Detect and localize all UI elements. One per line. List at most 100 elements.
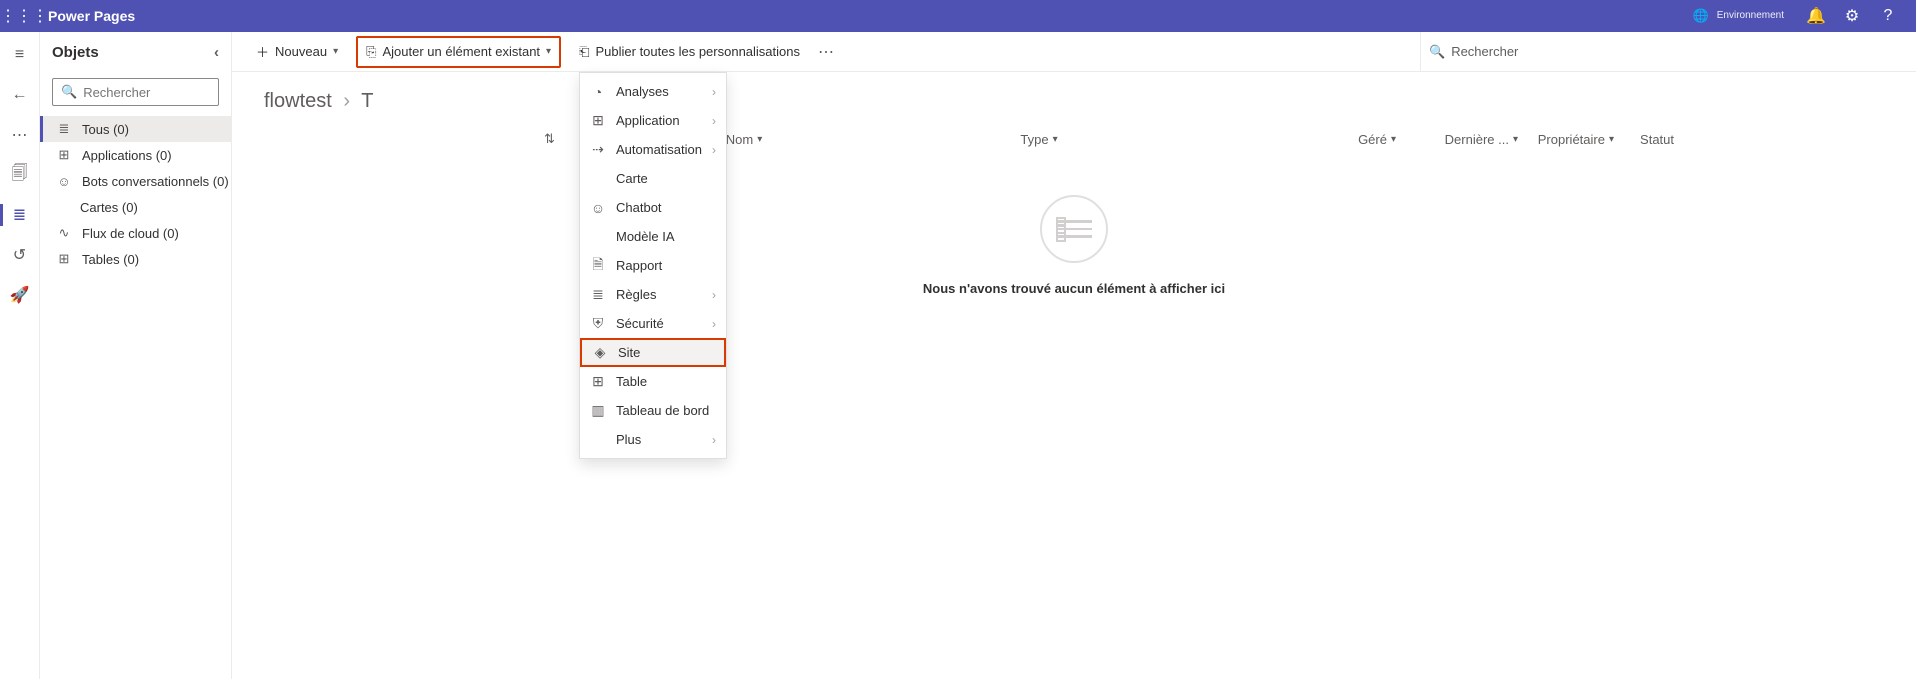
bot-icon: ☺: [56, 174, 72, 189]
objects-search-wrap: 🔍: [40, 72, 231, 116]
menu-table[interactable]: ⊞Table: [580, 367, 726, 396]
rail-more[interactable]: ⋯: [0, 118, 40, 152]
flow-icon: ∿: [56, 225, 72, 241]
rail-item-rocket[interactable]: 🚀: [0, 278, 40, 312]
notifications-button[interactable]: 🔔: [1800, 0, 1832, 32]
chatbot-icon: ☺: [590, 200, 606, 216]
menu-plus[interactable]: Plus›: [580, 425, 726, 454]
help-icon: ?: [1884, 7, 1893, 25]
waffle-icon: ⋮⋮⋮: [0, 6, 48, 26]
publish-icon: ⎗: [579, 44, 589, 60]
overflow-button[interactable]: ⋯: [818, 42, 836, 62]
chevron-right-icon: ›: [712, 114, 716, 128]
objects-pane-header: Objets ‹: [40, 32, 231, 72]
menu-chatbot[interactable]: ☺Chatbot: [580, 193, 726, 222]
new-button[interactable]: ＋ Nouveau ▾: [248, 36, 346, 68]
table-header: ⇅ Nom▾ Type▾ Géré▾ Dernière ...▾ Proprié…: [232, 121, 1916, 157]
objects-item-label: Tous (0): [82, 122, 129, 137]
new-button-label: Nouveau: [275, 44, 327, 59]
chevron-right-icon: ›: [712, 85, 716, 99]
rules-icon: ≣: [590, 286, 606, 303]
left-rail: ≡ ← ⋯ 🗐 ≣ ↺ 🚀: [0, 32, 40, 679]
objects-search-input[interactable]: [83, 85, 210, 100]
table-icon: ⊞: [590, 373, 606, 390]
app-icon: ⊞: [590, 112, 606, 129]
app-launcher[interactable]: ⋮⋮⋮: [0, 6, 48, 26]
header-right: 🌐 Environnement 🔔 ⚙ ?: [1693, 0, 1916, 32]
col-owner[interactable]: Propriétaire▾: [1518, 132, 1614, 147]
menu-modele-ia[interactable]: Modèle IA: [580, 222, 726, 251]
rail-back[interactable]: ←: [0, 78, 40, 112]
site-icon: ◈: [592, 344, 608, 361]
search-icon: 🔍: [61, 84, 77, 100]
gear-icon: ⚙: [1845, 6, 1859, 26]
add-existing-label: Ajouter un élément existant: [383, 44, 541, 59]
sort-icon[interactable]: ⇅: [534, 131, 574, 147]
breadcrumb: flowtest › T: [232, 72, 1916, 121]
menu-automatisation[interactable]: ⇢Automatisation›: [580, 135, 726, 164]
objects-item-bots[interactable]: ☺ Bots conversationnels (0): [40, 168, 231, 194]
table-icon: ⊞: [56, 251, 72, 267]
objects-search[interactable]: 🔍: [52, 78, 219, 106]
add-existing-button[interactable]: ⎘ Ajouter un élément existant ▾: [356, 36, 561, 68]
menu-securite[interactable]: ⛨Sécurité›: [580, 309, 726, 338]
chevron-down-icon: ▾: [546, 46, 551, 57]
chevron-right-icon: ›: [712, 288, 716, 302]
objects-item-label: Applications (0): [82, 148, 172, 163]
objects-item-cards[interactable]: Cartes (0): [40, 194, 231, 220]
app-icon: ⊞: [56, 147, 72, 163]
environment-label: Environnement: [1717, 10, 1784, 22]
menu-regles[interactable]: ≣Règles›: [580, 280, 726, 309]
breadcrumb-solution[interactable]: flowtest: [264, 90, 332, 112]
breadcrumb-sep: ›: [343, 90, 350, 112]
rail-item-1[interactable]: 🗐: [0, 158, 40, 192]
objects-item-flows[interactable]: ∿Flux de cloud (0): [40, 220, 231, 246]
help-button[interactable]: ?: [1872, 0, 1904, 32]
rail-item-objects[interactable]: ≣: [0, 198, 40, 232]
command-bar: ＋ Nouveau ▾ ⎘ Ajouter un élément existan…: [232, 32, 1916, 72]
col-last[interactable]: Dernière ...▾: [1396, 132, 1518, 147]
publish-button[interactable]: ⎗ Publier toutes les personnalisations: [571, 36, 808, 68]
chevron-down-icon: ▾: [333, 46, 338, 57]
col-managed[interactable]: Géré▾: [1164, 132, 1396, 147]
objects-title: Objets: [52, 44, 99, 61]
menu-rapport[interactable]: 🗎Rapport: [580, 251, 726, 280]
settings-button[interactable]: ⚙: [1836, 0, 1868, 32]
col-status[interactable]: Statut: [1614, 132, 1674, 147]
environment-picker[interactable]: 🌐 Environnement: [1693, 8, 1784, 24]
content-search[interactable]: 🔍 Rechercher: [1420, 32, 1900, 72]
objects-item-all[interactable]: ≣ Tous (0): [40, 116, 231, 142]
empty-text: Nous n'avons trouvé aucun élément à affi…: [232, 281, 1916, 296]
menu-carte[interactable]: Carte: [580, 164, 726, 193]
content-search-placeholder: Rechercher: [1451, 44, 1518, 59]
rail-item-history[interactable]: ↺: [0, 238, 40, 272]
list-icon: ≣: [56, 121, 72, 137]
rail-menu[interactable]: ≡: [0, 38, 40, 72]
objects-item-apps[interactable]: ⊞ Applications (0): [40, 142, 231, 168]
empty-state: Nous n'avons trouvé aucun élément à affi…: [232, 195, 1916, 296]
breadcrumb-page: T: [361, 90, 373, 112]
app-header: ⋮⋮⋮ Power Pages 🌐 Environnement 🔔 ⚙ ?: [0, 0, 1916, 32]
plus-icon: ＋: [256, 42, 269, 61]
environment-text: Environnement: [1717, 10, 1784, 22]
chevron-down-icon: ▾: [757, 134, 762, 145]
menu-analyses[interactable]: ◔Analyses›: [580, 77, 726, 106]
collapse-pane-button[interactable]: ‹: [214, 44, 219, 61]
search-icon: 🔍: [1429, 44, 1445, 60]
objects-item-label: Tables (0): [82, 252, 139, 267]
add-existing-menu: ◔Analyses› ⊞Application› ⇢Automatisation…: [579, 72, 727, 459]
menu-application[interactable]: ⊞Application›: [580, 106, 726, 135]
menu-tableau-de-bord[interactable]: ▥Tableau de bord: [580, 396, 726, 425]
bell-icon: 🔔: [1806, 6, 1826, 26]
objects-item-label: Bots conversationnels (0): [82, 174, 229, 189]
chevron-down-icon: ▾: [1053, 134, 1058, 145]
publish-label: Publier toutes les personnalisations: [595, 44, 800, 59]
report-icon: 🗎: [590, 254, 606, 278]
environment-icon: 🌐: [1693, 8, 1709, 24]
col-type[interactable]: Type▾: [914, 132, 1164, 147]
automation-icon: ⇢: [590, 141, 606, 158]
menu-site[interactable]: ◈Site: [580, 338, 726, 367]
chevron-right-icon: ›: [712, 143, 716, 157]
app-brand[interactable]: Power Pages: [48, 8, 135, 24]
objects-item-tables[interactable]: ⊞ Tables (0): [40, 246, 231, 272]
